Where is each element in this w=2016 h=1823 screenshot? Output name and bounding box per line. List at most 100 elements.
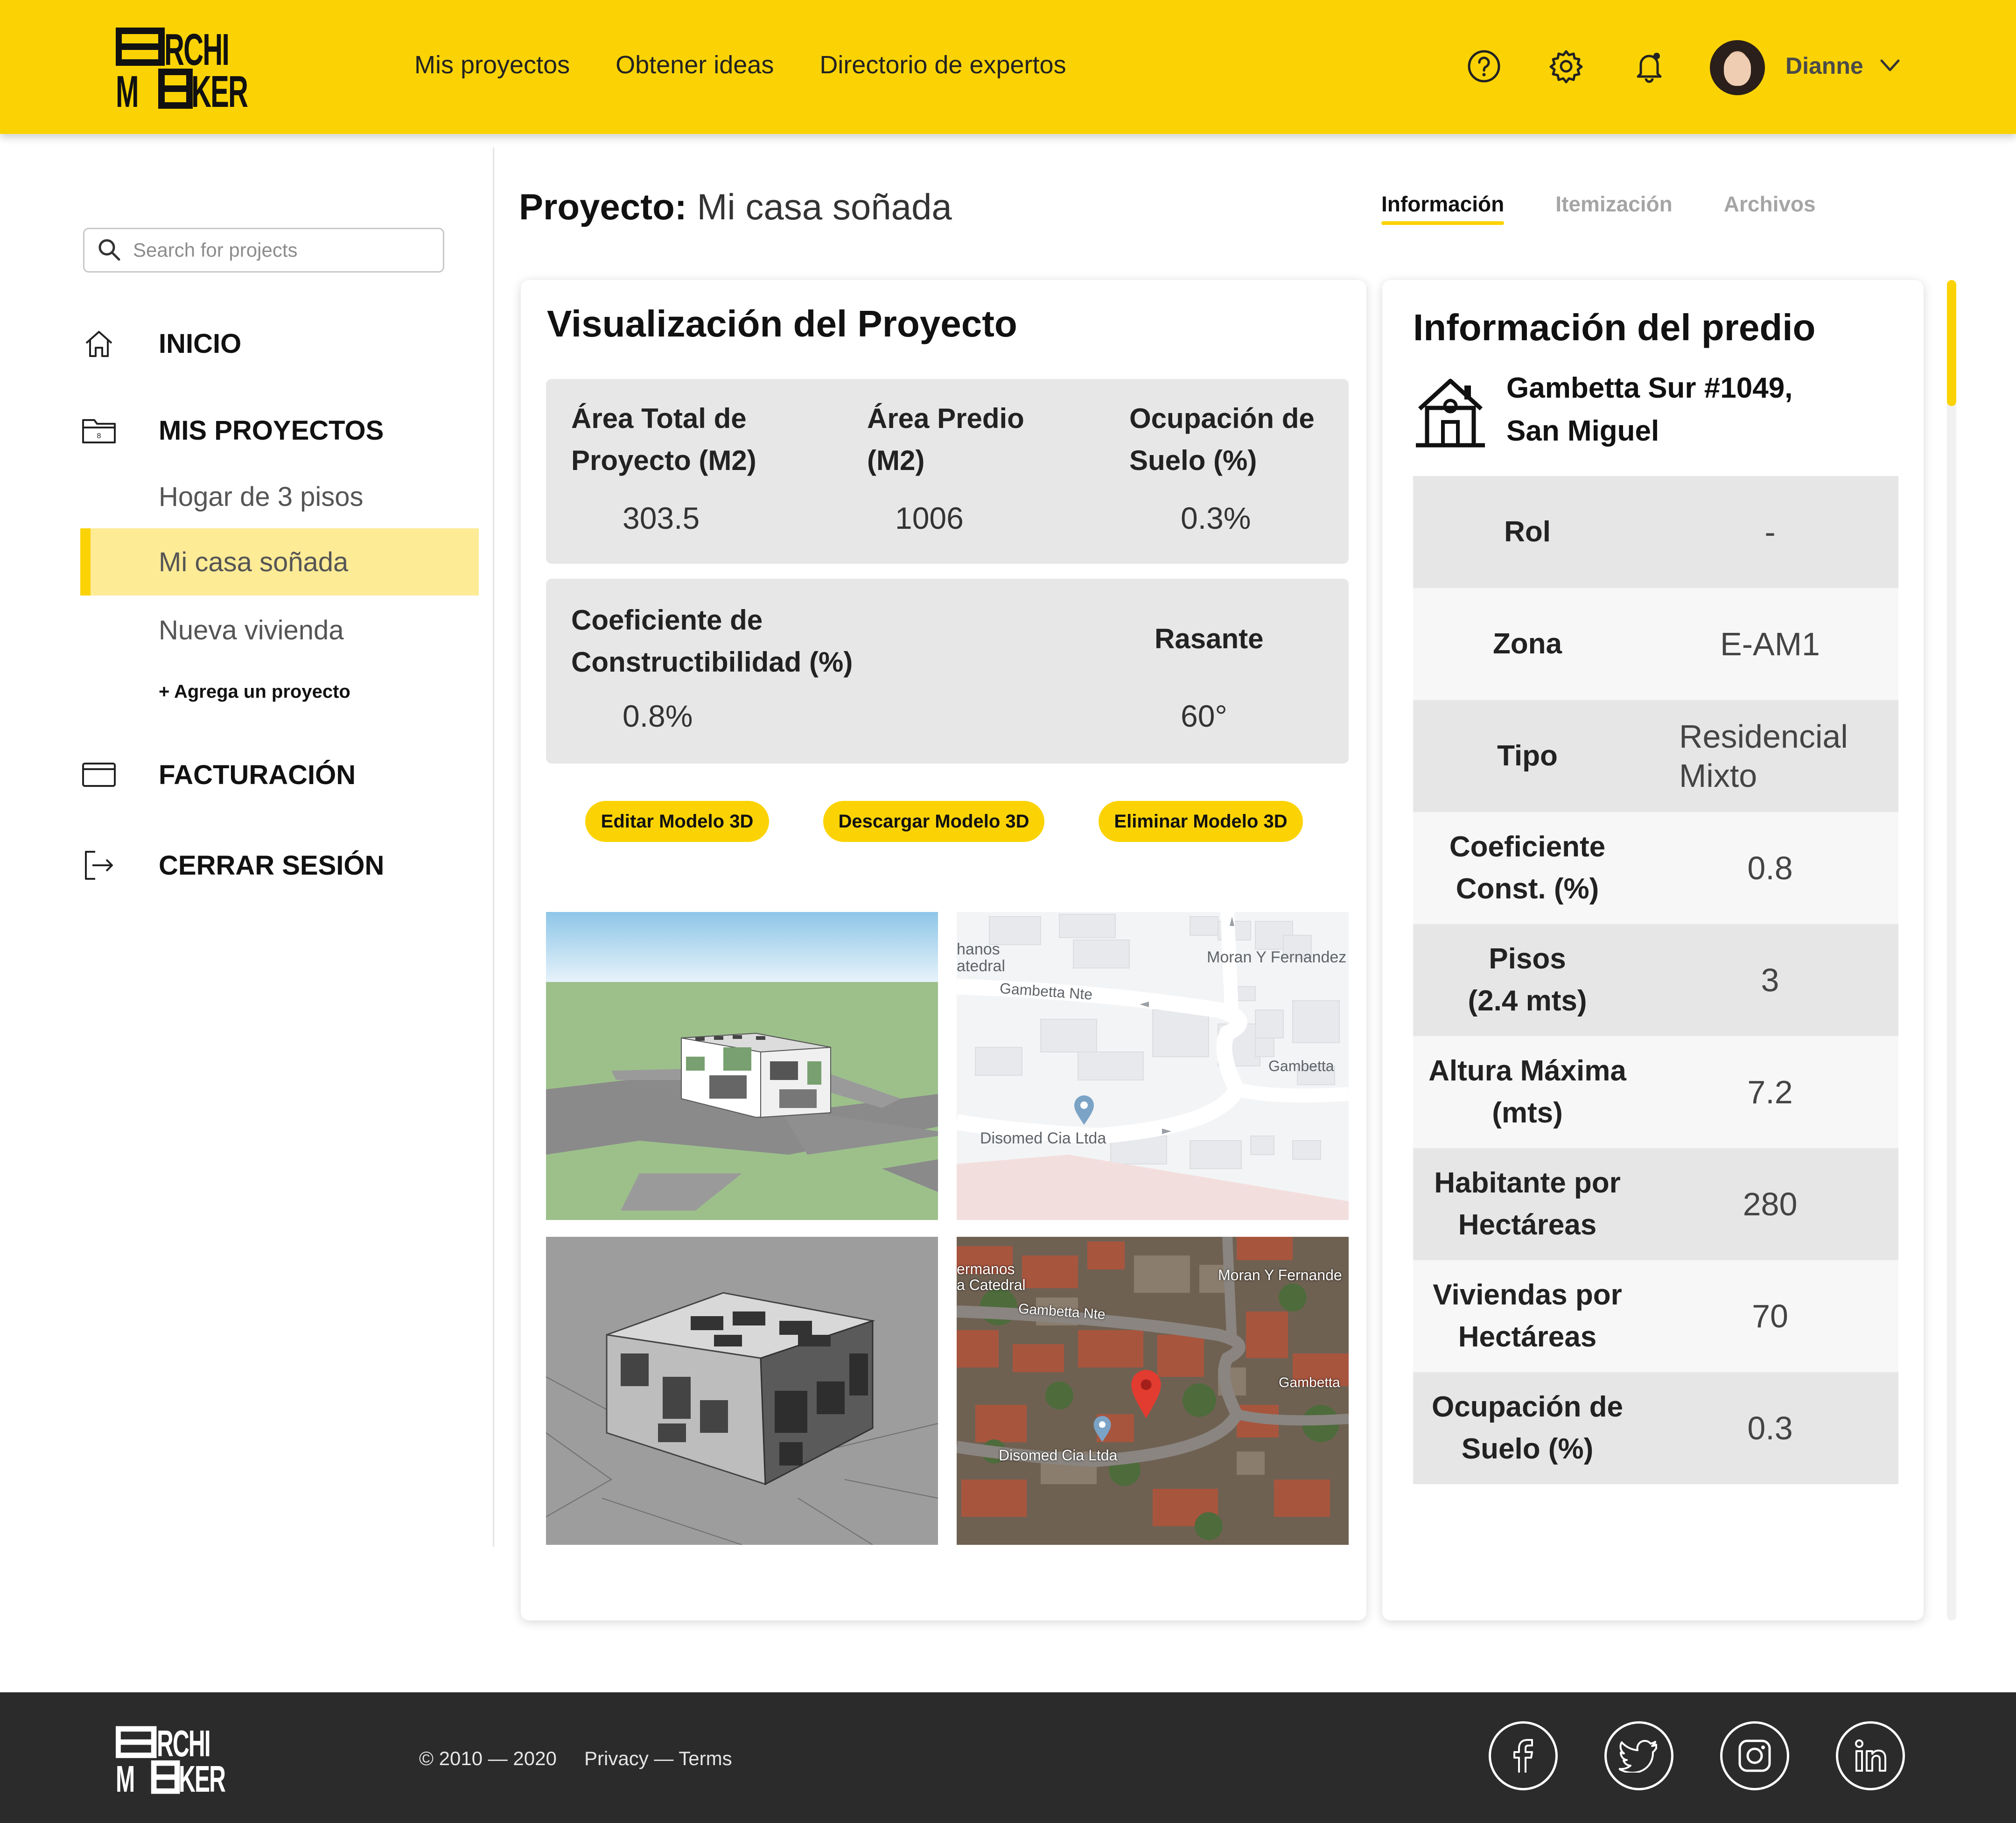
visualization-card: Visualización del Proyecto Área Total de… xyxy=(521,280,1366,1620)
stat-label-coeficiente: Coeficiente de Constructibilidad (%) xyxy=(571,604,853,678)
row-value: Residencial Mixto xyxy=(1679,718,1848,794)
credit-card-icon xyxy=(80,756,118,793)
row-key: Coeficiente Const. (%) xyxy=(1449,831,1606,905)
predio-title: Información del predio xyxy=(1413,307,1816,348)
instagram-icon[interactable] xyxy=(1720,1721,1789,1790)
logout-icon xyxy=(80,847,118,884)
scrollbar-thumb[interactable] xyxy=(1947,280,1956,406)
sidebar-item-mis-proyectos[interactable]: 8 MIS PROYECTOS xyxy=(80,412,384,449)
tab-bar: Información Itemización Archivos xyxy=(1381,191,1816,225)
sidebar-item-cerrar-sesion[interactable]: CERRAR SESIÓN xyxy=(80,847,384,884)
nav-directorio-expertos[interactable]: Directorio de expertos xyxy=(819,50,1066,79)
table-row: Ocupación de Suelo (%) 0.3 xyxy=(1413,1372,1898,1484)
twitter-icon[interactable] xyxy=(1604,1721,1673,1790)
project-label: Nueva vivienda xyxy=(159,615,344,645)
chevron-down-icon[interactable] xyxy=(1876,51,1904,79)
search-icon xyxy=(98,239,120,261)
project-name: Mi casa soñada xyxy=(697,186,952,227)
sidebar-project-hogar[interactable]: Hogar de 3 pisos xyxy=(80,463,479,530)
row-value: 0.8 xyxy=(1747,850,1793,886)
project-label: Mi casa soñada xyxy=(159,547,349,577)
row-value: 3 xyxy=(1761,962,1779,998)
row-value: - xyxy=(1764,514,1776,550)
main-nav: Mis proyectos Obtener ideas Directorio d… xyxy=(414,50,1066,79)
map-street-view[interactable]: hanos atedral Moran Y Fernandez Gambetta … xyxy=(957,912,1349,1220)
stat-label-area-predio: Área Predio (M2) xyxy=(867,403,1024,476)
footer-logo[interactable]: RCHI M KER xyxy=(116,1723,232,1800)
copyright: © 2010 — 2020 xyxy=(419,1747,557,1769)
stats-box-2: Coeficiente de Constructibilidad (%) 0.8%… xyxy=(546,579,1349,764)
project-prefix: Proyecto: xyxy=(519,186,687,227)
tab-itemizacion[interactable]: Itemización xyxy=(1555,191,1673,225)
folder-icon: 8 xyxy=(80,412,118,449)
sidebar-label-facturacion: FACTURACIÓN xyxy=(159,759,356,790)
search-input[interactable] xyxy=(133,239,413,261)
footer-links[interactable]: Privacy — Terms xyxy=(584,1747,732,1770)
map-pin-icon[interactable] xyxy=(1072,1094,1096,1127)
model-perspective-image[interactable] xyxy=(546,912,938,1220)
footer: RCHI M KER © 2010 — 2020 Privacy — Terms xyxy=(0,1692,2016,1823)
logo-text-bottom: KER xyxy=(191,67,248,117)
table-row: Pisos (2.4 mts) 3 xyxy=(1413,924,1898,1036)
row-value: 7.2 xyxy=(1747,1074,1793,1110)
sidebar-project-mi-casa[interactable]: Mi casa soñada xyxy=(80,528,479,596)
tab-archivos[interactable]: Archivos xyxy=(1724,191,1816,225)
stat-value-rasante: 60° xyxy=(1181,699,1227,733)
archimaker-logo[interactable]: RCHI M KER xyxy=(116,25,256,117)
visualization-title: Visualización del Proyecto xyxy=(547,303,1017,344)
tab-informacion[interactable]: Información xyxy=(1381,191,1505,225)
row-key: Rol xyxy=(1504,516,1551,548)
add-project-link[interactable]: + Agrega un proyecto xyxy=(159,681,350,702)
table-row: Tipo Residencial Mixto xyxy=(1413,700,1898,812)
sidebar-item-inicio[interactable]: INICIO xyxy=(80,325,241,362)
user-name[interactable]: Dianne xyxy=(1785,52,1863,79)
sidebar-item-facturacion[interactable]: FACTURACIÓN xyxy=(80,756,356,793)
avatar[interactable] xyxy=(1710,40,1765,95)
delete-model-button[interactable]: Eliminar Modelo 3D xyxy=(1099,801,1303,842)
model-gray-image[interactable] xyxy=(546,1237,938,1545)
download-model-button[interactable]: Descargar Modelo 3D xyxy=(823,801,1044,842)
stat-value-ocupacion: 0.3% xyxy=(1181,501,1251,535)
logo-text-m: M xyxy=(116,1758,135,1800)
info-scrollbar[interactable] xyxy=(1947,280,1956,1620)
page-title: Proyecto: Mi casa soñada xyxy=(519,186,952,228)
stat-label-area-total: Área Total de Proyecto (M2) xyxy=(571,403,756,476)
row-key: Ocupación de Suelo (%) xyxy=(1432,1391,1623,1465)
sidebar-label-inicio: INICIO xyxy=(159,328,242,359)
map-label-gambetta: Gambetta xyxy=(1268,1058,1334,1074)
gear-icon[interactable] xyxy=(1547,47,1586,86)
map-satellite-view[interactable]: ermanos a Catedral Moran Y Fernande Gambe… xyxy=(957,1237,1349,1545)
home-icon xyxy=(80,325,118,362)
table-row: Habitante por Hectáreas 280 xyxy=(1413,1148,1898,1260)
sidebar-label-cerrar-sesion: CERRAR SESIÓN xyxy=(159,850,385,881)
table-row: Coeficiente Const. (%) 0.8 xyxy=(1413,812,1898,924)
linkedin-icon[interactable] xyxy=(1836,1721,1905,1790)
sat-label-disomed: Disomed Cia Ltda xyxy=(999,1447,1118,1464)
row-value: 280 xyxy=(1743,1186,1798,1222)
predio-info-card: Información del predio Gambetta Sur #104… xyxy=(1382,280,1924,1620)
sidebar-label-mis-proyectos: MIS PROYECTOS xyxy=(159,415,384,446)
search-box[interactable] xyxy=(83,228,444,273)
sat-label-gambetta: Gambetta xyxy=(1279,1375,1340,1390)
bell-icon[interactable] xyxy=(1630,47,1669,86)
predio-address: Gambetta Sur #1049, San Miguel xyxy=(1506,372,1793,447)
map-label-hermanos: hanos atedral xyxy=(957,940,1005,975)
row-value: E-AM1 xyxy=(1720,626,1820,662)
sidebar-project-nueva-vivienda[interactable]: Nueva vivienda xyxy=(80,596,479,664)
nav-mis-proyectos[interactable]: Mis proyectos xyxy=(414,50,570,79)
map-pin-icon[interactable] xyxy=(1092,1414,1113,1444)
row-key: Zona xyxy=(1492,628,1562,660)
help-icon[interactable] xyxy=(1464,47,1504,86)
row-key: Altura Máxima (mts) xyxy=(1428,1055,1626,1129)
table-row: Rol - xyxy=(1413,476,1898,588)
location-marker-icon[interactable] xyxy=(1129,1368,1163,1420)
table-row: Viviendas por Hectáreas 70 xyxy=(1413,1260,1898,1372)
table-row: Zona E-AM1 xyxy=(1413,588,1898,700)
house-icon xyxy=(1416,379,1485,448)
row-key: Pisos (2.4 mts) xyxy=(1468,943,1587,1017)
facebook-icon[interactable] xyxy=(1489,1721,1558,1790)
nav-obtener-ideas[interactable]: Obtener ideas xyxy=(616,50,774,79)
edit-model-button[interactable]: Editar Modelo 3D xyxy=(585,801,769,842)
stat-label-ocupacion: Ocupación de Suelo (%) xyxy=(1129,403,1315,476)
row-value: 0.3 xyxy=(1747,1410,1793,1446)
